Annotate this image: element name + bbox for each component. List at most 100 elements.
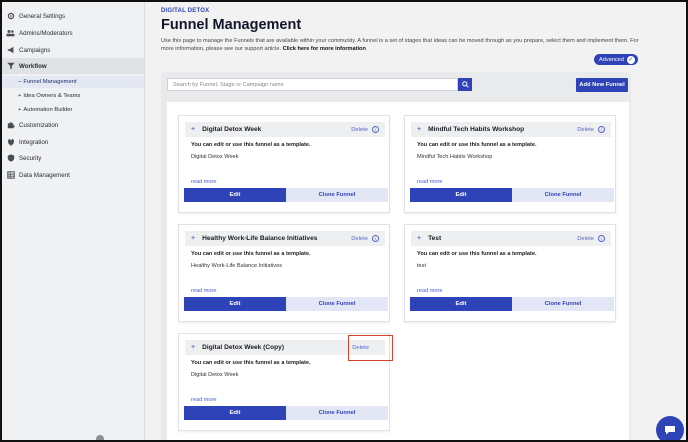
sidebar-item-campaigns[interactable]: Campaigns [2,42,144,58]
app-frame: General Settings Admins/Moderators Campa… [0,0,688,442]
read-more-link[interactable]: read more [191,179,217,185]
info-icon[interactable]: i [372,235,379,242]
community-name: DIGITAL DETOX [161,8,210,14]
clone-funnel-button[interactable]: Clone Funnel [286,406,388,420]
sidebar-subitem-automation-builder[interactable]: + Automation Builder [2,104,144,116]
sidebar-item-label: Integration [19,138,49,146]
delete-label: Delete [351,235,368,242]
add-new-funnel-button[interactable]: Add New Funnel [576,78,628,92]
delete-label: Delete [577,235,594,242]
shield-icon [6,154,15,163]
delete-funnel-button[interactable]: Delete i [351,235,379,242]
sidebar-item-general-settings[interactable]: General Settings [2,8,144,24]
sidebar-item-label: Security [19,154,42,162]
puzzle-icon [6,121,15,130]
plug-icon [6,138,15,147]
funnel-description: test [417,263,427,269]
funnel-name: Test [428,235,442,242]
sidebar-subitem-label: Idea Owners & Teams [23,93,81,99]
search-input[interactable]: Search by Funnel, Stage or Campaign name [167,78,458,91]
page-description: Use this page to manage the Funnels that… [161,37,651,53]
expand-icon[interactable]: + [417,126,421,133]
collapse-sidebar-icon[interactable] [96,435,104,440]
funnel-card: + Healthy Work-Life Balance Initiatives … [178,224,390,322]
info-icon[interactable]: i [372,126,379,133]
chat-icon [665,426,675,435]
clone-funnel-button[interactable]: Clone Funnel [286,297,388,311]
main-content: DIGITAL DETOX Funnel Management Use this… [146,2,686,440]
sidebar-item-label: Admins/Moderators [19,29,73,37]
clone-funnel-button[interactable]: Clone Funnel [286,188,388,202]
sidebar-item-label: Workflow [19,62,47,70]
template-note: You can edit or use this funnel as a tem… [191,251,311,257]
funnel-card: + Mindful Tech Habits Workshop Delete i … [404,115,616,213]
funnel-description: Digital Detox Week [191,154,239,160]
funnel-icon [6,62,15,71]
sidebar-item-security[interactable]: Security [2,150,144,166]
sidebar-item-label: Campaigns [19,46,51,54]
funnel-name: Healthy Work-Life Balance Initiatives [202,235,318,242]
delete-funnel-button[interactable]: Delete i [577,126,605,133]
funnel-name: Digital Detox Week (Copy) [202,344,285,351]
expand-icon[interactable]: + [417,235,421,242]
table-icon [6,171,15,180]
edit-button[interactable]: Edit [410,297,512,311]
delete-funnel-button[interactable]: Delete i [577,235,605,242]
expand-marker: + [18,93,22,99]
edit-button[interactable]: Edit [184,188,286,202]
search-button[interactable] [458,78,472,91]
clone-funnel-button[interactable]: Clone Funnel [512,188,614,202]
read-more-link[interactable]: read more [417,179,443,185]
read-more-link[interactable]: read more [191,288,217,294]
funnel-card: + Digital Detox Week Delete i You can ed… [178,115,390,213]
sidebar-subitem-idea-owners[interactable]: + Idea Owners & Teams [2,90,144,102]
more-info-link[interactable]: Click here for more information [283,46,366,52]
users-icon [6,29,15,38]
template-note: You can edit or use this funnel as a tem… [191,360,311,366]
sidebar-item-data-management[interactable]: Data Management [2,167,144,183]
sidebar-item-workflow[interactable]: Workflow [2,58,144,74]
delete-highlight-box [348,335,393,361]
expand-icon[interactable]: + [191,126,195,133]
search-icon [461,81,469,88]
info-icon[interactable]: i [598,126,605,133]
funnel-description: Mindful Tech Habits Workshop [417,154,493,160]
collapse-marker: − [18,79,22,85]
edit-button[interactable]: Edit [410,188,512,202]
sidebar-item-customization[interactable]: Customization [2,117,144,133]
funnel-description: Digital Detox Week [191,372,239,378]
sidebar-item-admins[interactable]: Admins/Moderators [2,25,144,41]
funnel-description: Healthy Work-Life Balance Initiatives [191,263,282,269]
advanced-toggle[interactable]: Advanced ✓ [594,54,638,65]
expand-icon[interactable]: + [191,235,195,242]
sidebar-subitem-label: Funnel Management [23,79,77,85]
read-more-link[interactable]: read more [417,288,443,294]
check-icon: ✓ [626,55,635,64]
search-placeholder: Search by Funnel, Stage or Campaign name [173,81,284,88]
advanced-label: Advanced [599,56,624,63]
sidebar-item-label: Customization [19,121,59,129]
template-note: You can edit or use this funnel as a tem… [191,142,311,148]
funnel-name: Mindful Tech Habits Workshop [428,126,525,133]
megaphone-icon [6,46,15,55]
edit-button[interactable]: Edit [184,406,286,420]
read-more-link[interactable]: read more [191,397,217,403]
template-note: You can edit or use this funnel as a tem… [417,251,537,257]
info-icon[interactable]: i [598,235,605,242]
delete-label: Delete [577,126,594,133]
expand-icon[interactable]: + [191,344,195,351]
funnel-card: + Test Delete i You can edit or use this… [404,224,616,322]
chat-button[interactable] [656,416,684,440]
description-text: Use this page to manage the Funnels that… [161,38,639,52]
clone-funnel-button[interactable]: Clone Funnel [512,297,614,311]
sidebar-subitem-label: Automation Builder [23,107,73,113]
sidebar: General Settings Admins/Moderators Campa… [2,2,145,440]
page-title: Funnel Management [161,17,302,33]
funnel-name: Digital Detox Week [202,126,262,133]
edit-button[interactable]: Edit [184,297,286,311]
sidebar-subitem-funnel-management[interactable]: − Funnel Management [2,76,144,88]
delete-label: Delete [351,126,368,133]
expand-marker: + [18,107,22,113]
delete-funnel-button[interactable]: Delete i [351,126,379,133]
sidebar-item-integration[interactable]: Integration [2,134,144,150]
